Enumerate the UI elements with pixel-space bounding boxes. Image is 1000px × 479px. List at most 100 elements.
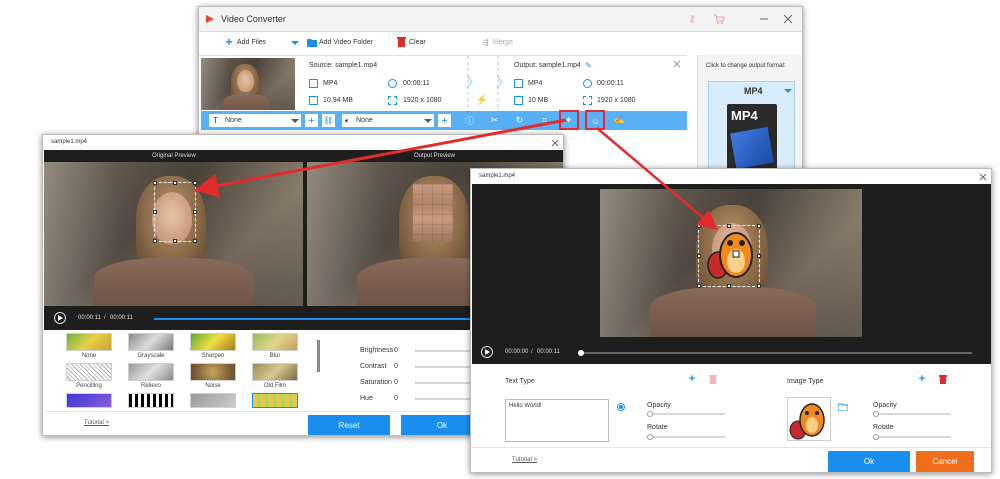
image-watermark-preview[interactable] — [787, 397, 831, 441]
browse-folder-icon[interactable] — [838, 403, 848, 411]
hue-slider[interactable] — [415, 398, 471, 400]
add-folder-button[interactable]: Add Video Folder — [319, 39, 373, 46]
subtitle-dropdown-icon — [291, 117, 299, 125]
clock-icon — [388, 79, 397, 88]
add-files-button[interactable]: Add Files — [237, 39, 266, 46]
watermark-title: sample1.mp4 — [479, 173, 516, 179]
output-format: MP4 — [528, 80, 543, 87]
filter-pencilling-thumb[interactable] — [66, 363, 112, 381]
effects-time-total: 00:00:11 — [110, 315, 133, 321]
filter-label: Noise — [205, 383, 221, 389]
filter-label: Pencilling — [76, 383, 102, 389]
add-audio-icon[interactable]: + — [438, 114, 451, 127]
delete-image-icon[interactable] — [939, 375, 947, 384]
brightness-slider[interactable] — [415, 350, 471, 352]
add-files-dropdown-icon[interactable] — [291, 39, 299, 47]
filter-label: Grayscale — [137, 353, 165, 359]
filter-none-thumb[interactable] — [66, 333, 112, 351]
subtitle-select[interactable]: T None — [209, 114, 301, 127]
adjust-label: Saturation — [360, 379, 392, 386]
add-text-icon[interactable]: + — [687, 373, 697, 385]
text-watermark-input[interactable]: Hello World! — [505, 399, 609, 442]
adjust-value: 0 — [394, 379, 398, 386]
format-selector[interactable]: MP4 MP4 — [708, 81, 795, 179]
filter-grayscale-thumb[interactable] — [128, 333, 174, 351]
watermark-cancel-button[interactable]: Cancel — [916, 451, 974, 472]
video-thumbnail[interactable] — [201, 58, 295, 110]
watermark-tutorial-link[interactable]: Tutorial > — [512, 457, 537, 463]
contrast-slider[interactable] — [415, 366, 471, 368]
cut-icon[interactable]: ✂ — [488, 114, 501, 127]
effects-close-icon[interactable] — [551, 139, 559, 147]
effects-tutorial-link[interactable]: Tutorial > — [84, 420, 109, 426]
watermark-ok-button[interactable]: Ok — [828, 451, 910, 472]
text-radio-icon[interactable] — [617, 403, 625, 411]
sticker-selection-box[interactable] — [697, 224, 761, 288]
key-icon[interactable]: ⚷ — [686, 13, 698, 25]
link-icon[interactable]: ⛓ — [322, 114, 335, 127]
filter-extra-1-thumb[interactable] — [66, 393, 112, 408]
edit-output-icon[interactable]: ✎ — [584, 61, 593, 70]
text-rotate-label: Rotate — [647, 424, 668, 431]
original-preview-label: Original Preview — [152, 153, 196, 159]
remove-file-icon[interactable] — [673, 60, 681, 68]
text-opacity-knob[interactable] — [647, 411, 653, 417]
cart-icon[interactable] — [713, 13, 725, 25]
filter-label: Sharpen — [201, 353, 225, 359]
text-rotate-slider[interactable] — [649, 436, 725, 438]
adjust-panel: Brightness 0 Contrast 0 Saturation 0 Hue… — [343, 330, 473, 410]
delete-text-icon[interactable] — [709, 375, 717, 384]
minimize-icon[interactable] — [758, 13, 770, 25]
convert-arrow-icon-2 — [495, 56, 505, 112]
image-rotate-slider[interactable] — [875, 436, 951, 438]
text-watermark-value: Hello World! — [509, 403, 542, 409]
filter-blur-thumb[interactable] — [252, 333, 298, 351]
watermark-progress-track[interactable] — [580, 352, 972, 354]
watermark-play-icon[interactable] — [481, 346, 493, 358]
filters-panel: None Grayscale Sharpen Blur Pencilling R… — [44, 330, 334, 410]
saturation-slider[interactable] — [415, 382, 471, 384]
watermark-progress-knob[interactable] — [578, 350, 584, 356]
rotate-icon[interactable]: ↻ — [513, 114, 526, 127]
clear-button[interactable]: Clear — [409, 39, 426, 46]
app-logo-icon — [205, 14, 215, 24]
image-rotate-knob[interactable] — [873, 434, 879, 440]
add-image-icon[interactable]: + — [917, 373, 927, 385]
filter-oldfilm-thumb[interactable] — [252, 363, 298, 381]
watermark-footer: Tutorial > Ok Cancel — [472, 447, 991, 472]
subtitle-select-value: None — [225, 117, 242, 124]
audio-dropdown-icon — [424, 117, 432, 125]
image-opacity-slider[interactable] — [875, 413, 951, 415]
format-selector-label: MP4 — [744, 86, 763, 96]
filter-noise-thumb[interactable] — [190, 363, 236, 381]
output-preview-label: Output Preview — [414, 153, 456, 159]
audio-select-value: None — [356, 117, 373, 124]
reset-button[interactable]: Reset — [308, 415, 390, 435]
subtitle-edit-icon[interactable]: ✍ — [613, 114, 626, 127]
filter-extra-2-thumb[interactable] — [128, 393, 174, 408]
source-size: 10.94 MB — [323, 97, 353, 104]
filter-sharpen-thumb[interactable] — [190, 333, 236, 351]
watermark-preview-area: 00:00:00 / 00:00:11 — [472, 184, 991, 364]
crop-icon[interactable]: ⌗ — [538, 114, 551, 127]
main-titlebar: Video Converter ⚷ — [199, 7, 802, 32]
close-icon[interactable] — [782, 13, 794, 25]
merge-button[interactable]: Merge — [493, 39, 513, 46]
image-rotate-label: Rotate — [873, 424, 894, 431]
add-files-plus-icon[interactable]: + — [224, 35, 234, 49]
mosaic-selection-box[interactable] — [153, 181, 197, 243]
audio-select[interactable]: 🔈︎ None — [342, 114, 434, 127]
filter-extra-4-thumb[interactable] — [252, 393, 298, 408]
text-rotate-knob[interactable] — [647, 434, 653, 440]
info-icon[interactable]: ⓘ — [463, 114, 476, 127]
watermark-titlebar: sample1.mp4 — [471, 169, 991, 184]
image-opacity-knob[interactable] — [873, 411, 879, 417]
filter-relievo-thumb[interactable] — [128, 363, 174, 381]
play-icon[interactable] — [54, 312, 66, 324]
text-opacity-slider[interactable] — [649, 413, 725, 415]
adjust-label: Contrast — [360, 363, 387, 370]
watermark-close-icon[interactable] — [979, 173, 987, 181]
filter-extra-3-thumb[interactable] — [190, 393, 236, 408]
filters-scrollbar[interactable] — [317, 340, 320, 372]
add-subtitle-icon[interactable]: + — [305, 114, 318, 127]
